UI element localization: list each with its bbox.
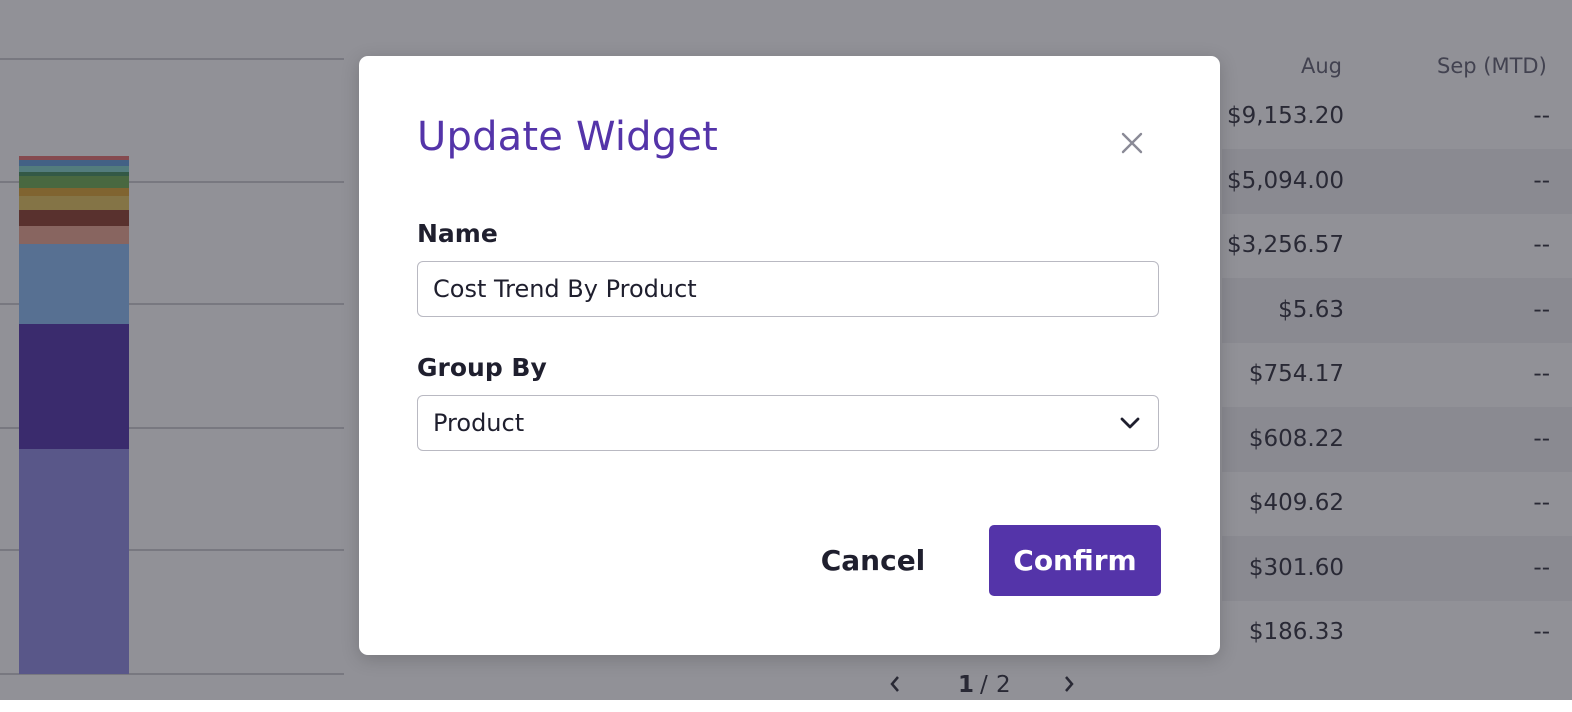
group-by-selected-value: Product: [433, 409, 525, 437]
name-input[interactable]: [418, 262, 1158, 316]
cancel-button[interactable]: Cancel: [803, 525, 943, 596]
dialog-title: Update Widget: [417, 114, 719, 160]
group-by-label: Group By: [417, 353, 547, 382]
name-field[interactable]: [417, 261, 1159, 317]
update-widget-dialog: Update Widget Name Group By Product Canc…: [359, 56, 1220, 655]
group-by-select[interactable]: Product: [417, 395, 1159, 451]
chevron-down-icon: [1118, 413, 1142, 433]
confirm-button[interactable]: Confirm: [989, 525, 1161, 596]
name-label: Name: [417, 219, 498, 248]
close-icon[interactable]: [1117, 128, 1147, 158]
